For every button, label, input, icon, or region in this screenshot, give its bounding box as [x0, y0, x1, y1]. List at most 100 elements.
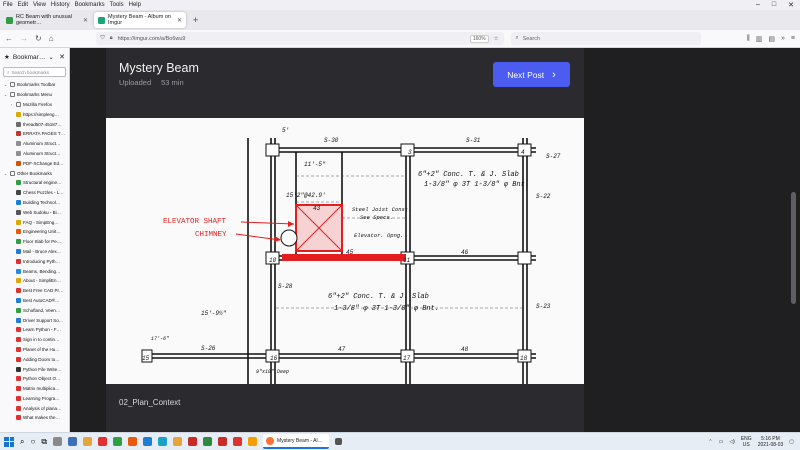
bookmark-item[interactable]: ⌄ Bookmarks Toolbar	[0, 80, 69, 90]
back-icon[interactable]: ←	[5, 34, 13, 43]
search-bar[interactable]: ⌕ Search	[510, 32, 701, 45]
close-window-button[interactable]: ✕	[788, 1, 794, 9]
bookmark-item[interactable]: Sign in to contin…	[0, 335, 69, 345]
zoom-level[interactable]: 160%	[469, 34, 489, 43]
chevron-up-icon[interactable]: ⌃	[708, 439, 712, 445]
app-icon-1[interactable]	[53, 437, 63, 446]
post-image[interactable]: ELEVATOR SHAFT CHIMNEY 6"+2" Conc. T. & …	[106, 118, 584, 384]
close-tab-icon[interactable]: ✕	[83, 17, 88, 24]
app-icon-12[interactable]	[335, 438, 343, 445]
bookmark-item[interactable]: Structural engine…	[0, 178, 69, 188]
notifications-icon[interactable]: ▢	[789, 439, 794, 445]
windows-start-icon[interactable]	[4, 436, 14, 447]
app-icon-3[interactable]	[98, 437, 108, 446]
bookmark-item[interactable]: What makes the…	[0, 413, 69, 423]
menu-history[interactable]: History	[51, 2, 70, 8]
folder-twisty-icon[interactable]: ⌄	[3, 82, 8, 87]
menu-bookmarks[interactable]: Bookmarks	[75, 2, 105, 8]
bookmark-item[interactable]: https://simpleng…	[0, 109, 69, 119]
folder-twisty-icon[interactable]: ⌄	[3, 171, 8, 176]
cortana-icon[interactable]: ○	[30, 437, 35, 446]
search-icon[interactable]: ⌕	[20, 437, 24, 447]
app-icon-2[interactable]	[68, 437, 78, 446]
bookmark-item[interactable]: thread507-45187…	[0, 119, 69, 129]
bookmark-item[interactable]: Beams, Bending…	[0, 266, 69, 276]
bookmark-item[interactable]: Planet of the Hu…	[0, 345, 69, 355]
bookmark-item[interactable]: Analysis of plana…	[0, 403, 69, 413]
bookmark-item[interactable]: Building Technol…	[0, 198, 69, 208]
bookmark-item[interactable]: Chess Puzzles - L…	[0, 188, 69, 198]
app-icon-4[interactable]	[113, 437, 123, 446]
url-bar[interactable]: ⛉ 🔒︎ https://imgur.com/a/Bo6wu9 160% ☆	[95, 32, 504, 45]
reader-icon[interactable]: ▤	[768, 35, 775, 43]
bookmark-item[interactable]: ⌄ Other Bookmarks	[0, 168, 69, 178]
sidebar-title[interactable]: Bookmar…	[13, 54, 46, 61]
maximize-button[interactable]: □	[772, 1, 776, 9]
bookmark-item[interactable]: ERRATA PAGES T…	[0, 129, 69, 139]
edge-icon[interactable]	[158, 437, 168, 446]
home-icon[interactable]: ⌂	[49, 34, 54, 43]
menu-view[interactable]: View	[33, 2, 46, 8]
forward-icon[interactable]: →	[20, 34, 28, 43]
tab-rc-beam[interactable]: RC Beam with unusual geometr… ✕	[2, 12, 92, 28]
vscode-icon[interactable]	[143, 437, 153, 446]
app-icon-5[interactable]	[128, 437, 138, 446]
menu-help[interactable]: Help	[129, 2, 141, 8]
file-explorer-icon[interactable]	[83, 437, 93, 446]
bookmarks-search-input[interactable]: ⌕ Search bookmarks	[3, 67, 66, 77]
bookmark-item[interactable]: Floor Slab for Pe…	[0, 237, 69, 247]
bookmark-item[interactable]: Matrix multiplica…	[0, 384, 69, 394]
bookmark-item[interactable]: Python File Write…	[0, 364, 69, 374]
app-icon-11[interactable]	[248, 437, 258, 446]
bookmark-item[interactable]: Driver Support So…	[0, 315, 69, 325]
menu-tools[interactable]: Tools	[110, 2, 124, 8]
app-icon-7[interactable]	[188, 437, 198, 446]
bookmark-item[interactable]: Adding Doors to…	[0, 354, 69, 364]
bookmark-item[interactable]: ⌄ Bookmarks Menu	[0, 90, 69, 100]
app-icon-10[interactable]	[233, 437, 243, 446]
volume-icon[interactable]: ◁)	[729, 439, 735, 445]
bookmark-item[interactable]: Web Sudoku - Bi…	[0, 207, 69, 217]
close-sidebar-icon[interactable]: ✕	[59, 53, 65, 61]
close-tab-icon[interactable]: ✕	[177, 17, 182, 24]
bookmark-item[interactable]: Best Free CAD Pr…	[0, 286, 69, 296]
folder-twisty-icon[interactable]: ›	[9, 102, 14, 107]
minimize-button[interactable]: –	[756, 1, 760, 9]
library-icon[interactable]: ⫼	[747, 35, 750, 43]
bookmark-item[interactable]: About - SimpliEn…	[0, 276, 69, 286]
language-indicator[interactable]: ENG US	[741, 436, 752, 448]
bookmark-item[interactable]: Aluminum Struct…	[0, 149, 69, 159]
clock[interactable]: 5:16 PM 2021-08-03	[758, 436, 784, 448]
bookmark-item[interactable]: Introducing Pyth…	[0, 256, 69, 266]
tab-mystery-beam[interactable]: Mystery Beam - Album on Imgur ✕	[94, 12, 186, 28]
bookmark-item[interactable]: Learn Python - F…	[0, 325, 69, 335]
bookmark-item[interactable]: Engineering Unit…	[0, 227, 69, 237]
bookmark-item[interactable]: Schofland, Veen…	[0, 305, 69, 315]
bookmark-star-icon[interactable]: ☆	[494, 36, 499, 42]
taskbar-firefox-window[interactable]: Mystery Beam - Al…	[263, 434, 330, 449]
app-icon-9[interactable]	[218, 437, 228, 446]
bookmark-item[interactable]: Best AutoCAD®…	[0, 296, 69, 306]
reload-icon[interactable]: ↻	[35, 34, 42, 43]
new-tab-icon[interactable]: +	[188, 15, 203, 25]
overflow-icon[interactable]: »	[781, 35, 785, 43]
bookmark-item[interactable]: Mail - Bruce Alex…	[0, 247, 69, 257]
sidebar-toggle-icon[interactable]: ▥	[756, 35, 763, 43]
app-icon-6[interactable]	[173, 437, 183, 446]
folder-twisty-icon[interactable]: ⌄	[3, 92, 8, 97]
network-icon[interactable]: ▭	[719, 439, 724, 445]
bookmark-item[interactable]: Aluminum Struct…	[0, 139, 69, 149]
bookmark-item[interactable]: FAQ - SimpEng…	[0, 217, 69, 227]
bookmark-item[interactable]: PDF-XChange Ed…	[0, 158, 69, 168]
page-scrollbar[interactable]	[791, 192, 796, 304]
bookmark-item[interactable]: Python Object O…	[0, 374, 69, 384]
task-view-icon[interactable]: ⧉	[41, 437, 47, 447]
next-post-button[interactable]: Next Post ›	[493, 62, 570, 87]
menu-edit[interactable]: Edit	[18, 2, 28, 8]
app-icon-8[interactable]	[203, 437, 213, 446]
menu-file[interactable]: File	[3, 2, 13, 8]
chevron-down-icon[interactable]: ⌄	[48, 53, 53, 61]
bookmark-item[interactable]: Learning Progra…	[0, 394, 69, 404]
bookmark-item[interactable]: › Mozilla Firefox	[0, 100, 69, 110]
menu-icon[interactable]: ≡	[791, 35, 795, 43]
